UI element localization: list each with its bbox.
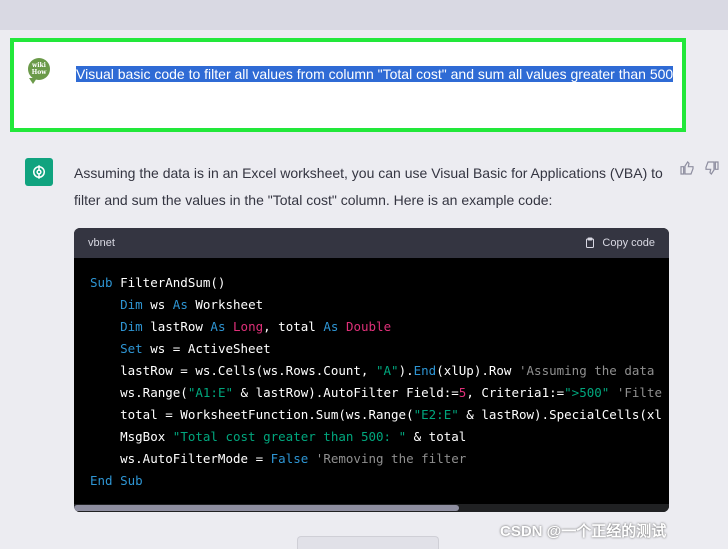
code-horizontal-scrollbar[interactable]	[74, 504, 669, 512]
copy-code-button[interactable]: Copy code	[584, 237, 655, 249]
thumbs-up-icon[interactable]	[679, 160, 695, 176]
chatgpt-logo-icon	[25, 158, 53, 186]
copy-code-label: Copy code	[602, 237, 655, 249]
code-language-label: vbnet	[88, 237, 115, 249]
user-message: wiki How Visual basic code to filter all…	[10, 38, 686, 132]
scrollbar-thumb[interactable]	[74, 505, 459, 511]
code-content: Sub FilterAndSum() Dim ws As Worksheet D…	[90, 275, 662, 488]
wikihow-avatar-icon: wiki How	[28, 58, 50, 84]
watermark: CSDN @一个正经的测试	[500, 523, 667, 540]
user-message-text: Visual basic code to filter all values f…	[76, 66, 674, 82]
top-strip	[0, 0, 728, 30]
clipboard-icon	[586, 237, 595, 248]
regenerate-button-edge[interactable]	[297, 536, 439, 549]
code-header: vbnet Copy code	[74, 228, 669, 258]
assistant-message-text: Assuming the data is in an Excel workshe…	[74, 165, 663, 208]
thumbs-down-icon[interactable]	[704, 160, 720, 176]
code-block: vbnet Copy code Sub FilterAndSum() Dim w…	[74, 228, 669, 512]
